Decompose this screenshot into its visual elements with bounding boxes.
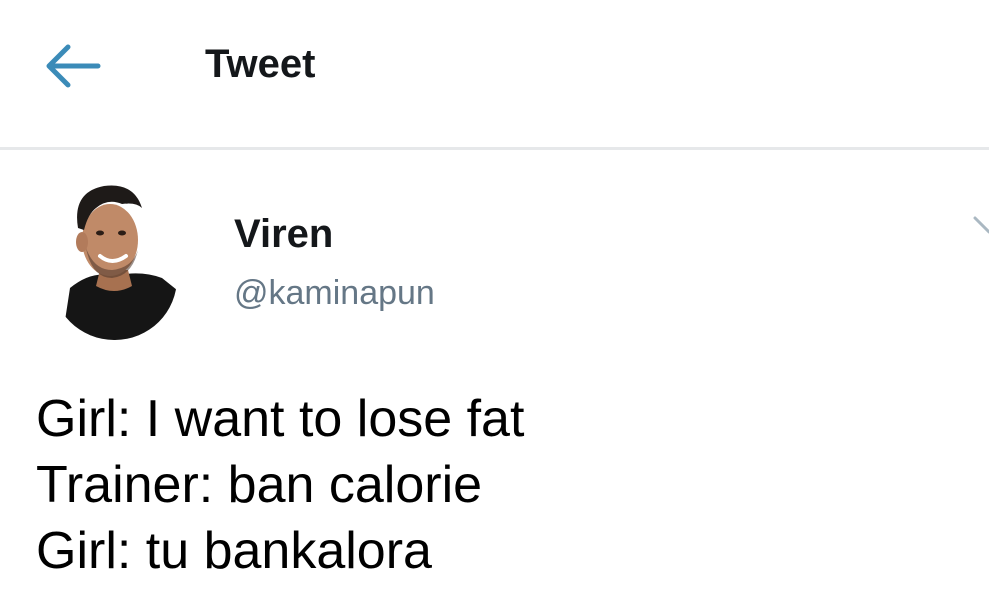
tweet-text: Girl: I want to lose fat Trainer: ban ca… <box>36 386 976 584</box>
arrow-left-icon <box>46 44 101 88</box>
tweet-text-line: Girl: tu bankalora <box>36 522 432 580</box>
top-app-bar: Tweet <box>0 0 989 147</box>
header-divider <box>0 147 989 150</box>
author-name[interactable]: Viren <box>234 210 333 258</box>
chevron-down-icon <box>973 216 989 234</box>
page-title: Tweet <box>205 42 316 86</box>
author-avatar[interactable] <box>52 178 177 340</box>
tweet-text-line: Trainer: ban calorie <box>36 456 483 514</box>
tweet-text-line: Girl: I want to lose fat <box>36 390 525 448</box>
avatar-image <box>52 178 177 340</box>
back-button[interactable] <box>38 38 108 94</box>
author-handle[interactable]: @kaminapun <box>234 272 435 314</box>
tweet-menu-button[interactable] <box>972 210 989 240</box>
